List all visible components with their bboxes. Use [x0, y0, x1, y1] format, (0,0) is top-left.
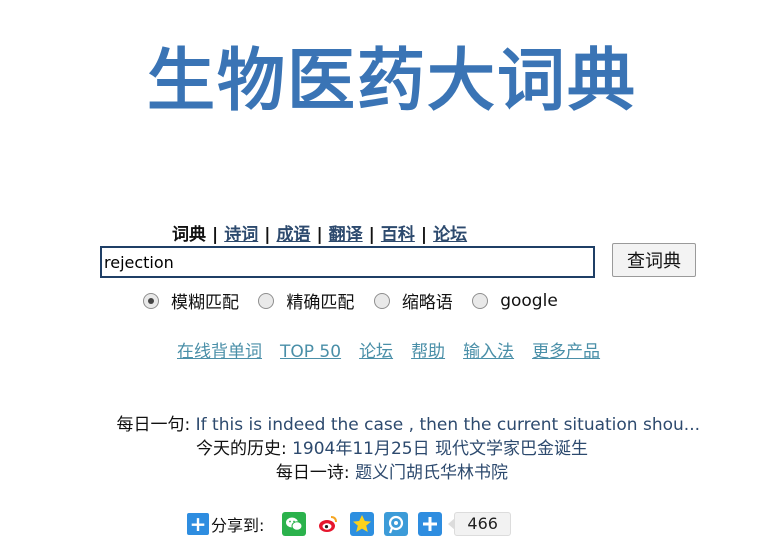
radio-button-icon[interactable] — [373, 292, 390, 309]
history-text[interactable]: 1904年11月25日 现代文学家巴金诞生 — [292, 439, 588, 459]
history-label: 今天的历史: — [195, 439, 287, 459]
link-forum[interactable]: 论坛 — [359, 342, 393, 362]
radio-label: 模糊匹配 — [171, 293, 239, 313]
nav-separator: | — [420, 225, 428, 245]
share-plus-icon[interactable]: + — [187, 513, 209, 535]
radio-fuzzy-match[interactable]: 模糊匹配 — [143, 288, 239, 313]
today-in-history: 今天的历史: 1904年11月25日 现代文学家巴金诞生 — [0, 434, 784, 459]
radio-label: google — [500, 290, 558, 311]
tab-dictionary[interactable]: 词典 — [172, 225, 206, 245]
link-input-method[interactable]: 输入法 — [463, 342, 514, 362]
radio-google[interactable]: google — [472, 291, 558, 311]
tab-idioms[interactable]: 成语 — [276, 225, 310, 245]
link-online-vocab[interactable]: 在线背单词 — [177, 342, 262, 362]
tab-forum[interactable]: 论坛 — [433, 225, 467, 245]
radio-button-icon[interactable] — [472, 292, 489, 309]
product-links: 在线背单词 TOP 50 论坛 帮助 输入法 更多产品 — [177, 337, 618, 362]
dictionary-nav-tabs: 词典 | 诗词 | 成语 | 翻译 | 百科 | 论坛 — [172, 220, 467, 245]
weibo-icon[interactable] — [316, 512, 341, 536]
poem-label: 每日一诗: — [275, 463, 350, 483]
daily-poem: 每日一诗: 题义门胡氏华林书院 — [0, 458, 784, 483]
radio-exact-match[interactable]: 精确匹配 — [258, 288, 354, 313]
search-input[interactable] — [100, 246, 595, 278]
tab-encyclopedia[interactable]: 百科 — [381, 225, 415, 245]
radio-label: 精确匹配 — [286, 293, 355, 313]
match-mode-options: 模糊匹配 精确匹配 缩略语 google — [143, 288, 572, 314]
nav-separator: | — [264, 225, 271, 245]
link-top-50[interactable]: TOP 50 — [280, 342, 341, 362]
share-bar: + 分享到: 466 — [187, 511, 511, 537]
radio-button-icon[interactable] — [258, 292, 275, 309]
tencent-weibo-icon[interactable] — [384, 512, 409, 536]
radio-abbreviation[interactable]: 缩略语 — [373, 288, 453, 313]
link-help[interactable]: 帮助 — [411, 342, 445, 362]
search-bar: 查词典 — [100, 243, 700, 279]
radio-label: 缩略语 — [401, 293, 453, 313]
wechat-icon[interactable] — [282, 512, 307, 536]
share-label: 分享到: — [211, 516, 265, 535]
tab-translate[interactable]: 翻译 — [329, 225, 363, 245]
nav-separator: | — [316, 225, 323, 245]
radio-button-checked-icon[interactable] — [143, 292, 159, 309]
qzone-icon[interactable] — [350, 512, 375, 536]
daily-sentence-label: 每日一句: — [116, 415, 191, 435]
lookup-button[interactable]: 查词典 — [612, 243, 696, 277]
link-more-products[interactable]: 更多产品 — [532, 342, 600, 362]
tab-poetry[interactable]: 诗词 — [224, 225, 258, 245]
share-count[interactable]: 466 — [448, 512, 511, 536]
daily-sentence-text[interactable]: If this is indeed the case , then the cu… — [196, 415, 700, 435]
more-share-icon[interactable] — [418, 512, 443, 536]
daily-sentence: 每日一句: If this is indeed the case , then … — [10, 410, 700, 435]
nav-separator: | — [212, 225, 219, 245]
site-logo[interactable]: 生物医药大词典 — [0, 40, 784, 124]
poem-text[interactable]: 题义门胡氏华林书院 — [355, 463, 508, 483]
nav-separator: | — [368, 225, 375, 245]
page: 生物医药大词典 词典|诗词|成语|翻译|百科|论坛 查词典 模糊匹配 精确匹配 … — [0, 0, 784, 558]
